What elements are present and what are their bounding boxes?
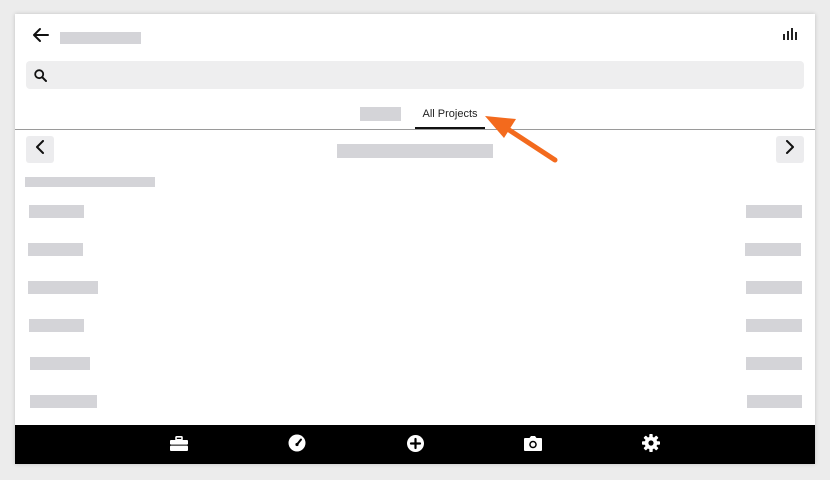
section-header-placeholder [25, 177, 155, 187]
list-item-value [746, 205, 802, 218]
briefcase-icon[interactable] [169, 433, 189, 453]
list-item-label [29, 319, 84, 332]
tab-placeholder[interactable] [360, 107, 401, 121]
back-arrow-icon[interactable] [31, 26, 51, 44]
tabs-divider [15, 129, 815, 130]
period-label-placeholder [337, 144, 493, 158]
gauge-icon[interactable] [287, 433, 307, 453]
camera-icon[interactable] [523, 433, 543, 453]
list-item-label [28, 281, 98, 294]
tab-all-projects[interactable]: All Projects [415, 107, 485, 121]
next-button[interactable] [776, 136, 804, 163]
list-item-value [746, 319, 802, 332]
chevron-left-icon [35, 140, 45, 159]
bottom-nav-bar [15, 425, 815, 464]
list-item-label [30, 357, 90, 370]
plus-circle-icon[interactable] [405, 433, 425, 453]
page-title-placeholder [60, 32, 141, 44]
list-item-label [29, 205, 84, 218]
list-item-value [745, 243, 801, 256]
list-item-label [30, 395, 97, 408]
search-bar[interactable] [26, 61, 804, 89]
list-item-value [746, 281, 802, 294]
gear-icon[interactable] [641, 433, 661, 453]
previous-button[interactable] [26, 136, 54, 163]
list-item-value [746, 357, 802, 370]
app-frame: All Projects [15, 14, 815, 464]
list-item-value [747, 395, 802, 408]
chevron-right-icon [785, 140, 795, 159]
search-icon [33, 68, 47, 82]
list-item-label [28, 243, 83, 256]
bar-chart-icon[interactable] [781, 26, 799, 42]
